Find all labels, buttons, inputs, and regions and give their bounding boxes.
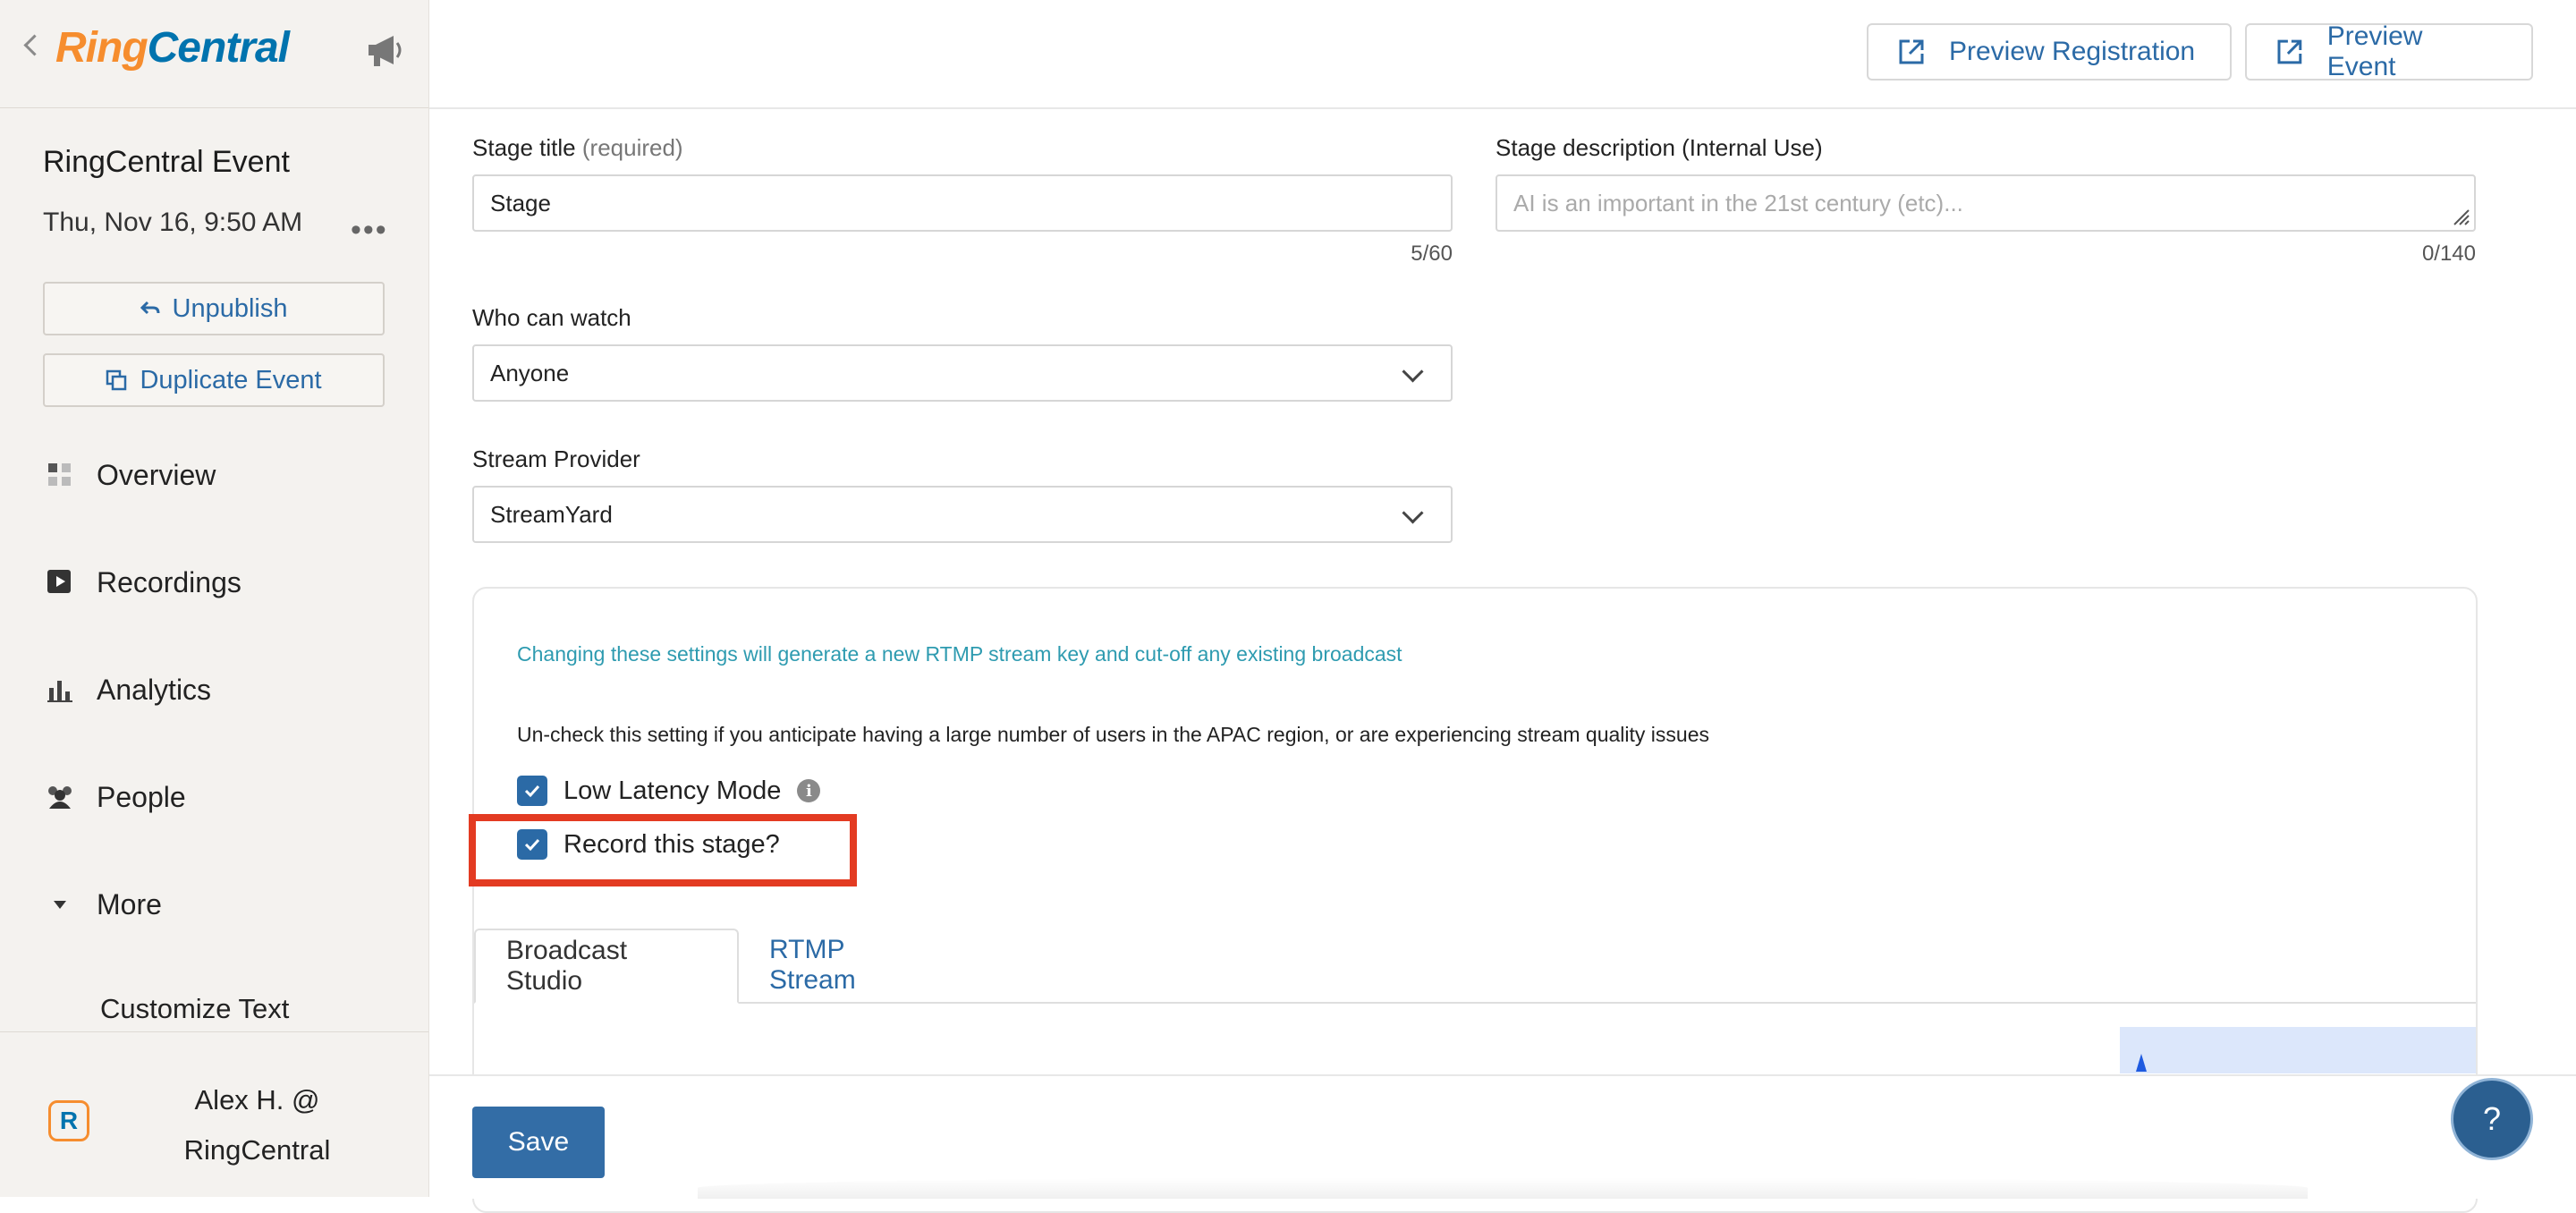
broadcast-preview: [2120, 1027, 2476, 1073]
check-icon: [524, 785, 540, 798]
event-title: RingCentral Event: [43, 145, 290, 179]
stage-title-counter: 5/60: [1411, 242, 1453, 266]
ringcentral-app-icon: R: [48, 1100, 89, 1141]
user-name: Alex H. @ RingCentral: [134, 1075, 380, 1175]
stream-tabs: Broadcast Studio RTMP Stream: [474, 929, 2476, 1004]
stream-key-warning: Changing these settings will generate a …: [517, 642, 1402, 666]
external-link-icon: [1899, 39, 1924, 64]
low-latency-label: Low Latency Mode: [564, 776, 782, 805]
stage-title-value: Stage: [490, 189, 551, 216]
sidebar-item-more[interactable]: More: [43, 887, 162, 921]
stream-provider-label: Stream Provider: [472, 445, 640, 472]
preview-event-button[interactable]: Preview Event: [2245, 21, 2533, 81]
event-date: Thu, Nov 16, 9:50 AM: [43, 208, 303, 237]
sidebar-item-label: More: [97, 887, 162, 920]
stage-title-input[interactable]: Stage: [472, 174, 1453, 232]
sidebar-item-label: Recordings: [97, 565, 242, 598]
chevron-down-icon: [1402, 361, 1424, 383]
who-can-watch-label: Who can watch: [472, 304, 631, 331]
preview-event-label: Preview Event: [2326, 21, 2423, 81]
pointer-icon: [2136, 1054, 2147, 1072]
who-can-watch-value: Anyone: [490, 359, 570, 386]
info-icon[interactable]: i: [797, 779, 821, 802]
stage-description-textarea[interactable]: AI is an important in the 21st century (…: [1496, 174, 2476, 232]
logo-part-central: Central: [147, 24, 290, 72]
latency-note: Un-check this setting if you anticipate …: [517, 723, 1709, 746]
footer-shadow: [698, 1177, 2308, 1199]
tab-label: Broadcast Studio: [506, 936, 628, 996]
duplicate-event-button[interactable]: Duplicate Event: [43, 353, 385, 407]
back-chevron-icon[interactable]: [23, 34, 46, 56]
undo-icon: [140, 301, 159, 315]
sidebar-item-label: Analytics: [97, 673, 212, 706]
stream-provider-select[interactable]: StreamYard: [472, 486, 1453, 543]
stage-description-counter: 0/140: [2421, 242, 2476, 266]
user-profile[interactable]: R Alex H. @ RingCentral: [0, 1031, 428, 1198]
stage-title-label-text: Stage title: [472, 134, 576, 161]
low-latency-option: Low Latency Mode i: [517, 776, 821, 806]
bar-chart-icon: [43, 673, 77, 707]
stream-provider-value: StreamYard: [490, 500, 613, 528]
ringcentral-logo: RingCentral: [55, 23, 290, 72]
resize-handle-icon[interactable]: [2451, 207, 2470, 226]
help-button[interactable]: ?: [2451, 1078, 2533, 1160]
tab-label: RTMP Stream: [769, 935, 856, 995]
sidebar-item-overview[interactable]: Overview: [43, 458, 216, 492]
unpublish-button[interactable]: Unpublish: [43, 282, 385, 335]
save-button[interactable]: Save: [472, 1107, 605, 1178]
sidebar-item-recordings[interactable]: Recordings: [43, 565, 242, 599]
tab-broadcast-studio[interactable]: Broadcast Studio: [474, 929, 739, 1004]
user-name-line-1: Alex H. @: [194, 1084, 320, 1115]
sidebar-item-label: Overview: [97, 458, 216, 491]
duplicate-label: Duplicate Event: [140, 365, 322, 394]
preview-registration-label: Preview Registration: [1949, 37, 2196, 66]
low-latency-checkbox[interactable]: [517, 776, 547, 806]
grid-icon: [43, 458, 77, 492]
sidebar: RingCentral RingCentral Event Thu, Nov 1…: [0, 0, 429, 1197]
sidebar-header: RingCentral: [0, 0, 428, 108]
top-bar: Preview Registration Preview Event: [429, 0, 2576, 109]
external-link-icon: [2277, 39, 2302, 64]
record-stage-highlight: [469, 814, 857, 886]
sidebar-item-label: People: [97, 780, 186, 813]
stage-description-placeholder: AI is an important in the 21st century (…: [1513, 189, 1963, 216]
duplicate-icon: [106, 369, 127, 391]
video-icon: [43, 565, 77, 599]
sidebar-item-customize-text[interactable]: Customize Text: [100, 993, 289, 1025]
who-can-watch-select[interactable]: Anyone: [472, 344, 1453, 402]
sidebar-item-people[interactable]: People: [43, 780, 186, 814]
required-marker: (required): [581, 134, 683, 161]
unpublish-label: Unpublish: [172, 293, 288, 323]
chevron-down-icon: [1402, 502, 1424, 524]
user-name-line-2: RingCentral: [183, 1134, 331, 1166]
megaphone-icon[interactable]: [363, 30, 406, 70]
people-icon: [43, 780, 77, 814]
stage-title-label: Stage title (required): [472, 134, 683, 162]
sidebar-item-analytics[interactable]: Analytics: [43, 673, 211, 707]
preview-registration-button[interactable]: Preview Registration: [1867, 23, 2232, 81]
logo-part-ring: Ring: [55, 24, 148, 72]
caret-down-icon: [43, 887, 77, 921]
stage-description-label: Stage description (Internal Use): [1496, 134, 1823, 161]
tab-rtmp-stream[interactable]: RTMP Stream: [739, 929, 962, 1002]
event-options-icon[interactable]: •••: [351, 213, 388, 248]
footer-bar: Save: [429, 1074, 2576, 1199]
